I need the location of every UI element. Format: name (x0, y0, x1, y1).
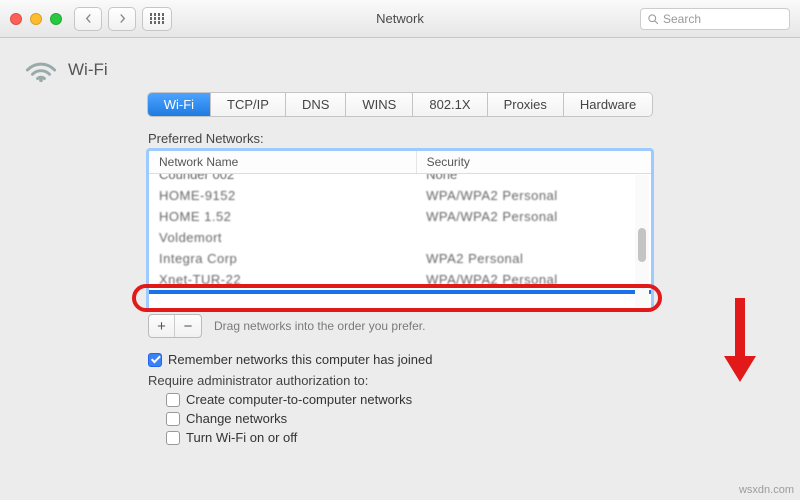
search-input[interactable]: Search (640, 8, 790, 30)
page-header: Wi-Fi (24, 56, 782, 84)
table-row[interactable]: Voldemort (149, 227, 651, 248)
table-row[interactable]: Integra Corp WPA2 Personal (149, 248, 651, 269)
table-row[interactable]: Counder 002 None (149, 174, 651, 185)
scrollbar[interactable] (635, 175, 649, 307)
table-row-selected[interactable]: xfinitywifi None (149, 290, 651, 294)
require-create-networks-option[interactable]: Create computer-to-computer networks (166, 392, 782, 407)
checkbox-icon[interactable] (166, 412, 180, 426)
minimize-window-button[interactable] (30, 13, 42, 25)
window-controls (10, 13, 62, 25)
table-row[interactable]: HOME 1.52 WPA/WPA2 Personal (149, 206, 651, 227)
checkbox-icon[interactable] (166, 393, 180, 407)
preferred-networks-label: Preferred Networks: (148, 131, 782, 146)
add-remove-buttons: + − (148, 314, 202, 338)
back-button[interactable] (74, 7, 102, 31)
checkbox-checked-icon[interactable] (148, 353, 162, 367)
tab-wifi[interactable]: Wi-Fi (148, 93, 211, 116)
tab-bar: Wi-Fi TCP/IP DNS WINS 802.1X Proxies Har… (147, 92, 654, 117)
watermark: wsxdn.com (739, 484, 794, 496)
table-row[interactable]: HOME-9152 WPA/WPA2 Personal (149, 185, 651, 206)
tab-dns[interactable]: DNS (286, 93, 346, 116)
tab-tcpip[interactable]: TCP/IP (211, 93, 286, 116)
column-security[interactable]: Security (417, 151, 651, 173)
preferred-networks-list[interactable]: Network Name Security Counder 002 None H… (148, 150, 652, 310)
require-admin-label: Require administrator authorization to: (148, 373, 782, 388)
close-window-button[interactable] (10, 13, 22, 25)
show-all-button[interactable] (142, 7, 172, 31)
remove-network-button[interactable]: − (175, 315, 201, 337)
grid-icon (150, 13, 165, 24)
table-row[interactable]: Xnet-TUR-22 WPA/WPA2 Personal (149, 269, 651, 290)
forward-button[interactable] (108, 7, 136, 31)
remember-networks-option[interactable]: Remember networks this computer has join… (148, 352, 782, 367)
checkbox-icon[interactable] (166, 431, 180, 445)
zoom-window-button[interactable] (50, 13, 62, 25)
add-network-button[interactable]: + (149, 315, 175, 337)
toolbar-nav (74, 7, 172, 31)
page-title: Wi-Fi (68, 60, 108, 80)
search-placeholder: Search (663, 12, 701, 26)
table-body: Counder 002 None HOME-9152 WPA/WPA2 Pers… (149, 174, 651, 294)
require-wifi-toggle-option[interactable]: Turn Wi-Fi on or off (166, 430, 782, 445)
wifi-icon (24, 56, 58, 84)
remember-networks-label: Remember networks this computer has join… (168, 352, 432, 367)
tab-8021x[interactable]: 802.1X (413, 93, 487, 116)
search-icon (647, 13, 659, 25)
chevron-left-icon (84, 14, 93, 23)
scroll-thumb[interactable] (638, 228, 646, 262)
table-header: Network Name Security (149, 151, 651, 174)
tab-proxies[interactable]: Proxies (488, 93, 564, 116)
chevron-right-icon (118, 14, 127, 23)
drag-hint: Drag networks into the order you prefer. (214, 319, 425, 333)
column-network-name[interactable]: Network Name (149, 151, 417, 173)
window-titlebar: Network Search (0, 0, 800, 38)
require-change-networks-option[interactable]: Change networks (166, 411, 782, 426)
tab-hardware[interactable]: Hardware (564, 93, 652, 116)
tab-wins[interactable]: WINS (346, 93, 413, 116)
